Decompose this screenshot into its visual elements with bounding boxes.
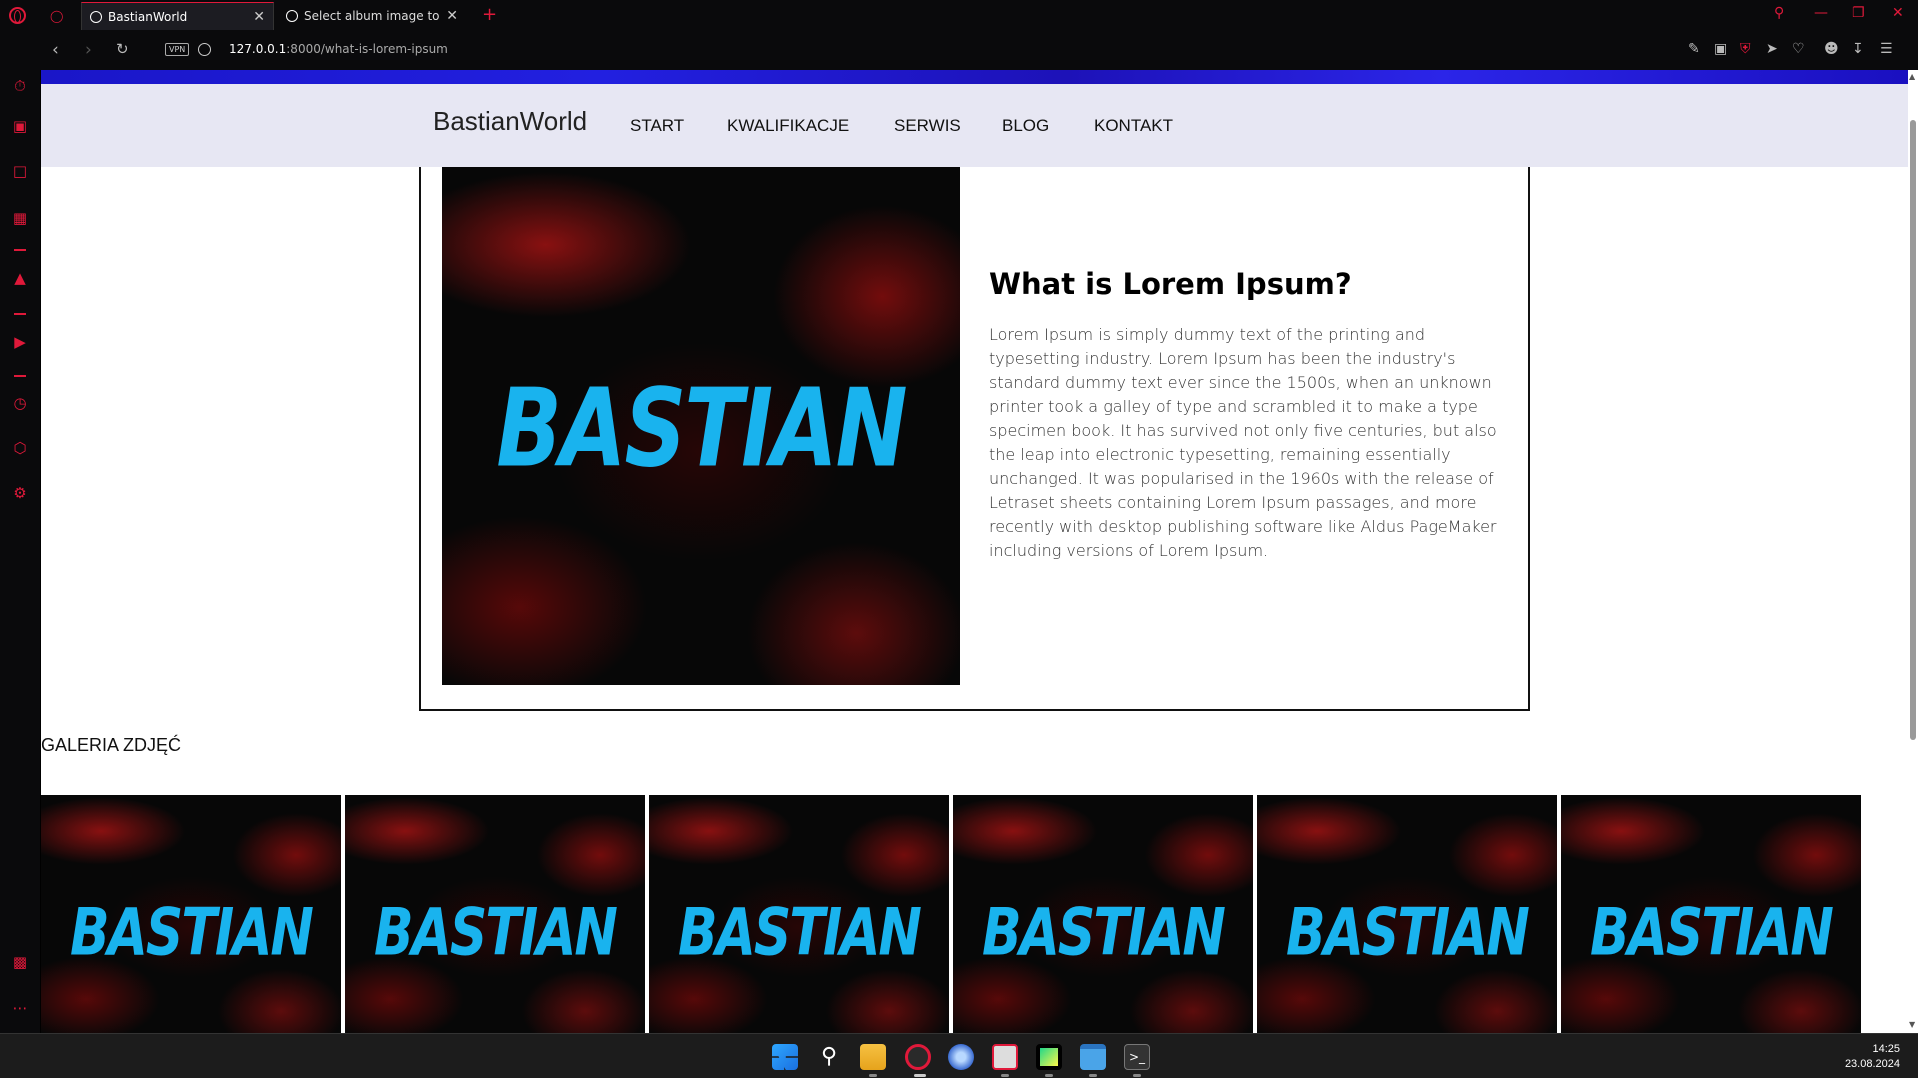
running-indicator: [869, 1074, 877, 1077]
extensions-icon[interactable]: ⬡: [10, 438, 30, 458]
clock-date: 23.08.2024: [1844, 1058, 1900, 1070]
snapshot-icon[interactable]: ▣: [1714, 41, 1727, 57]
more-icon[interactable]: ⋯: [10, 998, 30, 1018]
back-button[interactable]: ‹: [52, 40, 59, 60]
gallery-item[interactable]: BASTIAN: [345, 795, 645, 1033]
scroll-down-arrow-icon[interactable]: ▼: [1909, 1020, 1915, 1029]
opera-gx-taskbar-icon[interactable]: [905, 1044, 931, 1070]
post-image-logo-text: BASTIAN: [496, 366, 907, 492]
new-tab-button[interactable]: +: [482, 4, 497, 25]
speed-dial-icon[interactable]: ⏱: [10, 76, 30, 96]
nav-serwis[interactable]: SERWIS: [894, 116, 961, 136]
tab-bar: ◯ BastianWorld ✕ Select album image to c…: [0, 0, 1918, 30]
aria-icon[interactable]: ▲: [10, 268, 30, 288]
notepad-icon[interactable]: [1080, 1044, 1106, 1070]
post-title: What is Lorem Ipsum?: [989, 267, 1352, 301]
tab-label: Select album image to cha: [304, 9, 440, 23]
download-icon[interactable]: ↧: [1852, 41, 1864, 57]
browser-sidebar: ⏱ ▣ □ ▦ ▲ ▶ ◷ ⬡ ⚙ ▩ ⋯: [0, 30, 40, 1033]
gallery-item[interactable]: BASTIAN: [41, 795, 341, 1033]
gx-control-icon[interactable]: ◯: [50, 9, 63, 23]
system-clock[interactable]: 14:25 23.08.2024: [1845, 1042, 1900, 1072]
sidebar-divider: [14, 375, 26, 377]
forward-button[interactable]: ›: [85, 40, 92, 60]
player-icon[interactable]: ▶: [10, 332, 30, 352]
running-indicator: [1001, 1074, 1009, 1077]
easy-setup-icon[interactable]: ☰: [1880, 41, 1893, 57]
running-indicator: [1089, 1074, 1097, 1077]
nav-kontakt[interactable]: KONTAKT: [1094, 116, 1173, 136]
gx-player-icon[interactable]: ▦: [10, 208, 30, 228]
snipping-tool-icon[interactable]: [992, 1044, 1018, 1070]
restore-button[interactable]: ❐: [1852, 5, 1865, 21]
gallery-item-logo-text: BASTIAN: [1590, 895, 1834, 971]
url-path: :8000/what-is-lorem-ipsum: [286, 42, 448, 56]
gallery-item-logo-text: BASTIAN: [982, 895, 1226, 971]
gx-store-icon[interactable]: ▣: [10, 116, 30, 136]
vpn-badge[interactable]: VPN: [165, 43, 190, 56]
post-image: BASTIAN: [442, 167, 960, 685]
gallery-icon[interactable]: ▩: [10, 952, 30, 972]
sidebar-divider: [14, 249, 26, 251]
site-header: BastianWorld START KWALIFIKACJE SERWIS B…: [41, 84, 1908, 167]
tab-select-album[interactable]: Select album image to cha ✕: [278, 2, 466, 30]
share-icon[interactable]: ✎: [1688, 41, 1700, 57]
site-brand[interactable]: BastianWorld: [433, 106, 587, 137]
search-tabs-icon[interactable]: ⚲: [1774, 5, 1784, 21]
site-info-icon[interactable]: [198, 43, 211, 56]
history-icon[interactable]: ◷: [10, 393, 30, 413]
reload-button[interactable]: ↻: [116, 40, 129, 58]
gallery-item-logo-text: BASTIAN: [1286, 895, 1530, 971]
pycharm-icon[interactable]: [1036, 1044, 1062, 1070]
close-tab-icon[interactable]: ✕: [253, 9, 265, 25]
tab-bastianworld[interactable]: BastianWorld ✕: [81, 2, 274, 30]
close-window-button[interactable]: ✕: [1892, 5, 1904, 21]
gallery-item[interactable]: BASTIAN: [1257, 795, 1557, 1033]
running-indicator: [1133, 1074, 1141, 1077]
gallery-title: GALERIA ZDJĘĆ: [41, 735, 182, 755]
post-card: BASTIAN What is Lorem Ipsum? Lorem Ipsum…: [419, 167, 1530, 711]
twitch-icon[interactable]: □: [10, 161, 30, 181]
clock-time: 14:25: [1872, 1043, 1900, 1055]
page-viewport: BastianWorld START KWALIFIKACJE SERWIS B…: [41, 70, 1908, 1033]
address-bar: ‹ › ↻ VPN 127.0.0.1:8000/what-is-lorem-i…: [40, 30, 1918, 70]
nav-start[interactable]: START: [630, 116, 684, 136]
nav-blog[interactable]: BLOG: [1002, 116, 1049, 136]
gallery-item[interactable]: BASTIAN: [1561, 795, 1861, 1033]
page-scrollbar[interactable]: ▲ ▼: [1908, 70, 1918, 1033]
heart-icon[interactable]: ♡: [1792, 41, 1805, 57]
settings-icon[interactable]: ⚙: [10, 483, 30, 503]
opera-menu-icon[interactable]: [9, 7, 26, 24]
sidebar-divider: [14, 313, 26, 315]
gallery-item[interactable]: BASTIAN: [649, 795, 949, 1033]
scroll-thumb[interactable]: [1910, 120, 1916, 740]
url-field[interactable]: 127.0.0.1:8000/what-is-lorem-ipsum: [229, 42, 448, 56]
running-indicator: [914, 1074, 926, 1077]
running-indicator: [1045, 1074, 1053, 1077]
windows-taskbar: ⚲ >_ 14:25 23.08.2024: [0, 1033, 1918, 1078]
top-banner-strip: [41, 70, 1908, 84]
globe-icon: [286, 10, 298, 22]
gallery-item[interactable]: BASTIAN: [953, 795, 1253, 1033]
post-body: Lorem Ipsum is simply dummy text of the …: [989, 325, 1497, 560]
globe-icon: [90, 10, 102, 23]
gallery-item-logo-text: BASTIAN: [678, 895, 922, 971]
photo-gallery: BASTIAN BASTIAN BASTIAN BASTIAN BASTIAN …: [41, 795, 1863, 1033]
profile-icon[interactable]: ☻: [1824, 41, 1839, 57]
app-icon[interactable]: [948, 1044, 974, 1070]
minimize-button[interactable]: —: [1814, 5, 1828, 21]
gallery-item-logo-text: BASTIAN: [70, 895, 314, 971]
tab-label: BastianWorld: [108, 9, 188, 24]
adblock-icon[interactable]: ⛨: [1740, 41, 1751, 57]
start-icon[interactable]: [772, 1044, 798, 1070]
send-icon[interactable]: ➤: [1766, 41, 1778, 57]
nav-kwalifikacje[interactable]: KWALIFIKACJE: [727, 116, 849, 136]
gallery-item-logo-text: BASTIAN: [374, 895, 618, 971]
file-explorer-icon[interactable]: [860, 1044, 886, 1070]
close-tab-icon[interactable]: ✕: [446, 8, 458, 24]
scroll-up-arrow-icon[interactable]: ▲: [1909, 72, 1915, 81]
terminal-icon[interactable]: >_: [1124, 1044, 1150, 1070]
search-icon[interactable]: ⚲: [816, 1044, 842, 1070]
url-host: 127.0.0.1: [229, 42, 287, 56]
